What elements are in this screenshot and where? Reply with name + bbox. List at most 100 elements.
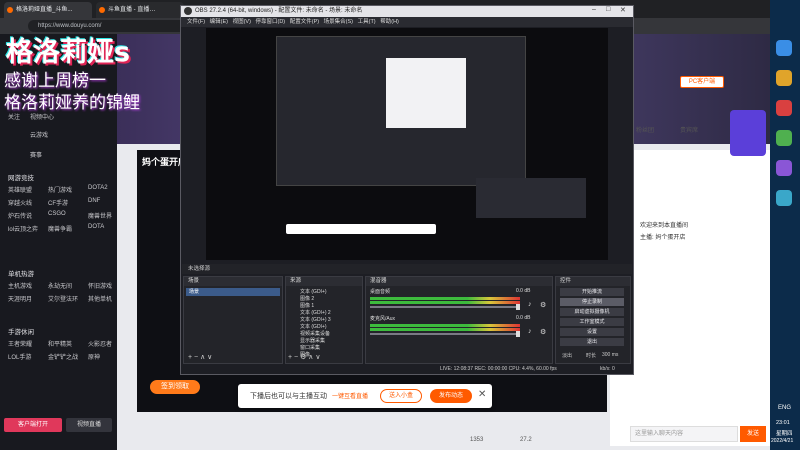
- obs-title-bar[interactable]: OBS 27.2.4 (64-bit, windows) - 配置文件: 未命名…: [181, 6, 633, 17]
- source-item[interactable]: 视频采集设备: [300, 330, 330, 337]
- source-item[interactable]: 图像 1: [300, 302, 314, 309]
- sidebar-link[interactable]: 英雄联盟: [8, 185, 32, 194]
- volume-slider[interactable]: [370, 306, 520, 308]
- studio-mode-button[interactable]: 工作室模式: [560, 318, 624, 326]
- minimize-icon[interactable]: –: [592, 6, 596, 13]
- app-icon[interactable]: [776, 190, 792, 206]
- source-item[interactable]: 文本 (GDI+): [300, 288, 327, 295]
- sidebar-link[interactable]: 主机游戏: [8, 281, 32, 290]
- sidebar-link[interactable]: 永劫无间: [48, 281, 72, 290]
- menu-profile[interactable]: 配置文件(P): [290, 19, 319, 25]
- sidebar-link[interactable]: DOTA2: [88, 185, 108, 191]
- gear-icon[interactable]: ⚙: [540, 301, 546, 309]
- open-client-button[interactable]: 客户端打开: [4, 418, 62, 432]
- exit-button[interactable]: 退出: [560, 338, 624, 346]
- sidebar-link[interactable]: CF手游: [48, 198, 68, 207]
- app-icon[interactable]: [776, 130, 792, 146]
- chat-send-button[interactable]: 发送: [740, 426, 766, 442]
- virtual-camera-button[interactable]: 启动虚拟摄像机: [560, 308, 624, 316]
- app-icon[interactable]: [776, 40, 792, 56]
- sidebar-link[interactable]: 穿越火线: [8, 198, 32, 207]
- sidebar-section-single-player[interactable]: 单机热游: [8, 268, 34, 278]
- obs-logo-icon: [184, 7, 192, 15]
- promo-card[interactable]: [730, 110, 766, 156]
- sidebar-link[interactable]: lol云顶之弈: [8, 224, 38, 233]
- duration-value[interactable]: 300 ms: [602, 352, 618, 358]
- source-item[interactable]: 窗口采集: [300, 344, 320, 351]
- close-icon[interactable]: ✕: [478, 389, 486, 400]
- speaker-icon[interactable]: ♪: [528, 301, 532, 308]
- sidebar-link[interactable]: 怀旧游戏: [88, 281, 112, 290]
- obs-preview-canvas[interactable]: [206, 28, 608, 260]
- speaker-icon[interactable]: ♪: [528, 328, 532, 335]
- add-scene-button[interactable]: + − ∧ ∨: [188, 353, 212, 361]
- sidebar-link[interactable]: LOL手游: [8, 352, 31, 361]
- maximize-icon[interactable]: □: [606, 6, 610, 13]
- volume-slider-handle[interactable]: [516, 304, 520, 310]
- source-item[interactable]: 文本 (GDI+): [300, 323, 327, 330]
- app-icon[interactable]: [776, 70, 792, 86]
- sidebar-link[interactable]: CSGO: [48, 211, 66, 217]
- controls-panel: 控件 开始推流 停止录制 启动虚拟摄像机 工作室模式 设置 退出 淡出 时长 3…: [555, 276, 631, 364]
- sidebar-link[interactable]: 王者荣耀: [8, 339, 32, 348]
- menu-edit[interactable]: 编辑(E): [210, 19, 228, 25]
- transition-label[interactable]: 淡出: [562, 352, 572, 359]
- clock-time[interactable]: 23:01: [776, 420, 790, 426]
- sidebar-link[interactable]: 火影忍者: [88, 339, 112, 348]
- sign-in-button[interactable]: 签到领取: [150, 380, 200, 394]
- source-item[interactable]: 文本 (GDI+) 3: [300, 316, 331, 323]
- app-icon[interactable]: [776, 100, 792, 116]
- scene-item[interactable]: 场景: [186, 288, 280, 296]
- sidebar-link[interactable]: 炉石传说: [8, 211, 32, 220]
- menu-help[interactable]: 帮助(H): [380, 19, 399, 25]
- video-live-button[interactable]: 视频直播: [66, 418, 112, 432]
- browser-tab-1[interactable]: 格洛莉娅直播_斗鱼...: [4, 2, 92, 18]
- sidebar-link[interactable]: 原神: [88, 352, 100, 361]
- sidebar-link[interactable]: 天涯明月: [8, 294, 32, 303]
- sidebar-link[interactable]: 金铲铲之战: [48, 352, 78, 361]
- sidebar-section-mobile[interactable]: 手游休闲: [8, 326, 34, 336]
- sidebar-item-cloud-game[interactable]: 云游戏: [30, 130, 48, 139]
- menu-docks[interactable]: 停靠窗口(D): [256, 19, 286, 25]
- desktop-taskbar: [770, 0, 800, 450]
- popup-link[interactable]: 一键互看直播: [332, 391, 368, 400]
- sidebar-link[interactable]: 魔兽世界: [88, 211, 112, 220]
- sidebar-link[interactable]: 艾尔登法环: [48, 294, 78, 303]
- chat-tab-vip[interactable]: 贵宾席: [680, 125, 698, 134]
- settings-button[interactable]: 设置: [560, 328, 624, 336]
- sidebar-link[interactable]: DNF: [88, 198, 100, 204]
- menu-scene-collection[interactable]: 场景集合(S): [324, 19, 353, 25]
- sidebar-item-follow[interactable]: 关注: [8, 112, 20, 121]
- sidebar-item-esports[interactable]: 赛事: [30, 150, 42, 159]
- gear-icon[interactable]: ⚙: [540, 328, 546, 336]
- menu-file[interactable]: 文件(F): [187, 19, 205, 25]
- sidebar-link[interactable]: 其他单机: [88, 294, 112, 303]
- browser-tab-2[interactable]: 斗鱼直播 - 直播…: [96, 2, 184, 18]
- source-item[interactable]: 显示器采集: [300, 337, 325, 344]
- source-item[interactable]: 图像 2: [300, 295, 314, 302]
- volume-slider-handle[interactable]: [516, 331, 520, 337]
- sidebar-link[interactable]: DOTA: [88, 224, 104, 230]
- pc-client-badge[interactable]: PC客户端: [680, 76, 724, 88]
- app-icon[interactable]: [776, 160, 792, 176]
- sidebar-link[interactable]: 魔兽争霸: [48, 224, 72, 233]
- close-icon[interactable]: ✕: [620, 6, 626, 14]
- language-indicator[interactable]: ENG: [778, 405, 791, 411]
- add-source-button[interactable]: + − ⚙ ∧ ∨: [288, 353, 320, 361]
- chat-tab-fans[interactable]: 粉丝团: [636, 125, 654, 134]
- start-stream-button[interactable]: 开始推流: [560, 288, 624, 296]
- sidebar-link[interactable]: 热门游戏: [48, 185, 72, 194]
- chat-input[interactable]: 这里输入聊天内容: [630, 426, 738, 442]
- volume-slider[interactable]: [370, 333, 520, 335]
- mixer-track-name: 桌面音频: [370, 289, 391, 295]
- source-item[interactable]: 文本 (GDI+) 2: [300, 309, 331, 316]
- menu-tools[interactable]: 工具(T): [358, 19, 376, 25]
- mixer-track-name: 麦克风/Aux: [370, 316, 396, 322]
- sidebar-section-online-games[interactable]: 网游竞技: [8, 172, 34, 182]
- sidebar-item-video[interactable]: 视频中心: [30, 112, 54, 121]
- stop-recording-button[interactable]: 停止录制: [560, 298, 624, 306]
- send-gift-button[interactable]: 送入小盒: [380, 389, 422, 403]
- menu-view[interactable]: 视图(V): [233, 19, 251, 25]
- sidebar-link[interactable]: 和平精英: [48, 339, 72, 348]
- publish-post-button[interactable]: 发布动态: [430, 389, 472, 403]
